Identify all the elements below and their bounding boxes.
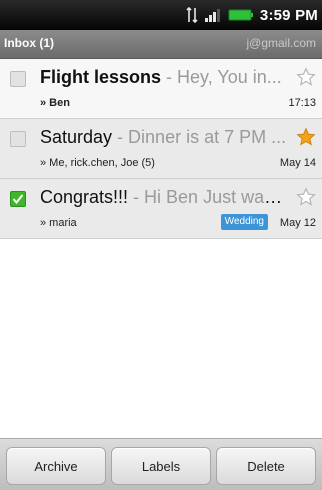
message-line: Flight lessons - Hey, You in... [40,67,292,88]
message-line: Congrats!!! - Hi Ben Just want... [40,187,292,208]
message-date: May 12 [279,217,316,229]
status-icons: 3:59 PM [186,0,318,30]
message-snippet: - Dinner is at 7 PM ... [112,127,287,147]
inbox-header: Inbox (1) j@gmail.com [0,30,322,59]
label-chip: Wedding [220,214,268,230]
message-date: 17:13 [288,97,316,109]
message-subject: Congrats!!! [40,187,129,207]
message-row[interactable]: Saturday - Dinner is at 7 PM ... » Me, r… [0,119,322,179]
status-bar: 3:59 PM [0,0,322,30]
message-snippet: - Hey, You in... [161,67,282,87]
select-checkbox[interactable] [10,131,26,147]
inbox-title: Inbox (1) [4,36,54,50]
labels-button[interactable]: Labels [111,447,211,485]
action-bar: Archive Labels Delete [0,438,322,490]
message-row[interactable]: Flight lessons - Hey, You in... » Ben 17… [0,59,322,119]
message-list: Flight lessons - Hey, You in... » Ben 17… [0,59,322,239]
checkmark-icon [12,194,24,205]
star-off-icon[interactable] [296,67,316,87]
message-snippet: - Hi Ben Just want... [128,187,292,207]
select-checkbox-checked[interactable] [10,191,26,207]
data-transfer-icon [186,7,198,23]
message-row[interactable]: Congrats!!! - Hi Ben Just want... » mari… [0,179,322,239]
star-on-icon[interactable] [296,127,316,147]
message-subject: Flight lessons [40,67,162,87]
account-email: j@gmail.com [246,36,316,50]
message-subject: Saturday [40,127,113,147]
star-off-icon[interactable] [296,187,316,207]
select-checkbox[interactable] [10,71,26,87]
archive-button[interactable]: Archive [6,447,106,485]
message-sender: » Me, rick.chen, Joe (5) [40,157,155,169]
message-sender: » Ben [40,97,70,109]
delete-button[interactable]: Delete [216,447,316,485]
message-line: Saturday - Dinner is at 7 PM ... [40,127,292,148]
message-date: May 14 [279,157,316,169]
message-sender: » maria [40,217,77,229]
signal-bars-icon [204,9,220,22]
battery-icon [228,9,253,21]
clock: 3:59 PM [259,6,318,24]
